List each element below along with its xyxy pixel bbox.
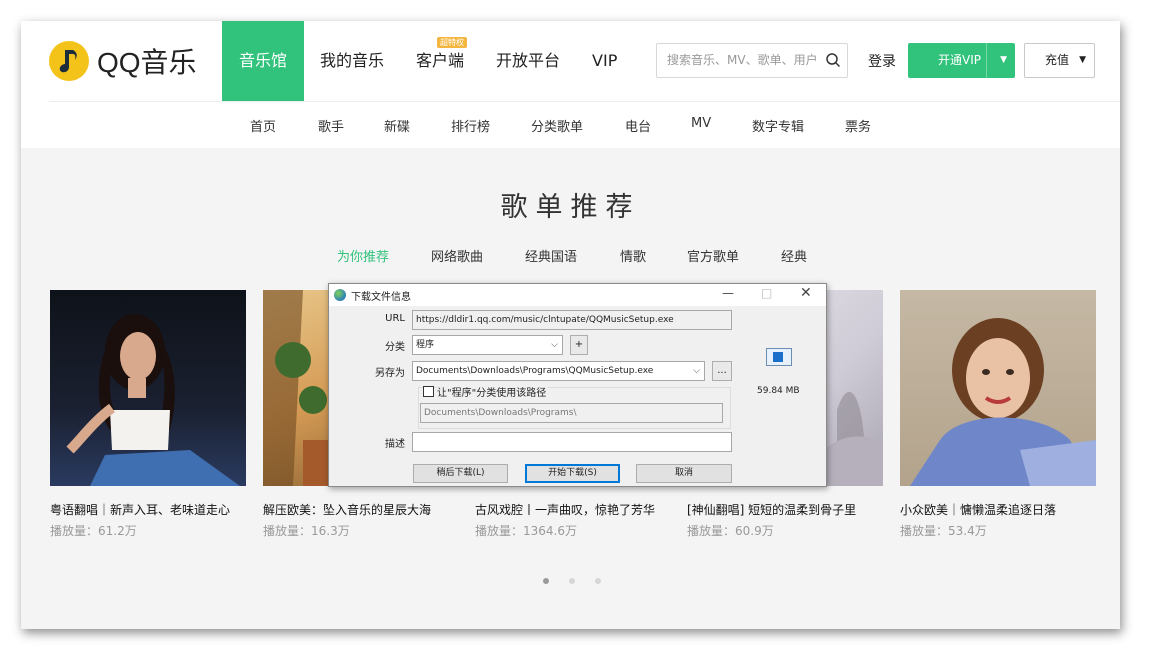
open-vip-button[interactable]: 开通VIP ▼ [908,43,1015,78]
add-category-button[interactable]: + [570,335,588,355]
carousel-dot-3[interactable] [595,578,601,584]
use-path-checkbox[interactable] [423,386,434,397]
category-label: 分类 [385,342,405,353]
play-count: 播放量：60.9万 [687,524,774,538]
subnav-new-albums[interactable]: 新碟 [384,116,410,135]
url-field[interactable]: https://dldir1.qq.com/music/clntupate/QQ… [412,310,732,330]
file-size: 59.84 MB [757,386,800,396]
open-vip-label: 开通VIP [938,53,981,67]
carousel-dot-1[interactable] [543,578,549,584]
tab-official-playlists[interactable]: 官方歌单 [687,246,739,265]
nav-open-platform[interactable]: 开放平台 [480,21,576,101]
nav-music-hall[interactable]: 音乐馆 [222,21,304,101]
search-input[interactable]: 搜索音乐、MV、歌单、用户 [656,43,848,78]
url-label: URL [385,313,405,324]
cancel-button[interactable]: 取消 [636,464,732,483]
vip-button-separator [986,43,987,78]
default-path-field: Documents\Downloads\Programs\ [420,403,723,423]
playlist-title[interactable]: 小众欧美｜慵懒温柔追逐日落 [900,501,1096,518]
subnav-home[interactable]: 首页 [250,116,276,135]
download-later-button[interactable]: 稍后下载(L) [413,464,508,483]
maximize-icon: □ [761,286,773,300]
tab-recommended[interactable]: 为你推荐 [337,246,389,265]
browse-button[interactable]: ... [712,361,732,381]
search-icon[interactable] [825,52,841,68]
login-link[interactable]: 登录 [868,51,896,71]
dialog-titlebar[interactable]: 下载文件信息 — □ ✕ [329,284,826,306]
description-input[interactable] [412,432,732,452]
save-as-path-field[interactable]: Documents\Downloads\Programs\QQMusicSetu… [412,361,705,381]
nav-my-music[interactable]: 我的音乐 [304,21,400,101]
caret-down-icon[interactable]: ▼ [1000,43,1007,78]
play-count: 播放量：1364.6万 [475,524,577,538]
playlist-title[interactable]: 古风戏腔丨一声曲叹，惊艳了芳华 [475,501,671,518]
nav-client[interactable]: 客户端 超特权 [400,21,480,101]
section-title: 歌单推荐 [500,192,641,223]
recharge-button[interactable]: 充值 ▼ [1024,43,1095,78]
caret-down-icon: ▼ [1079,55,1086,65]
playlist-cover-image[interactable] [50,290,246,486]
subnav-radio[interactable]: 电台 [625,116,651,135]
playlist-title[interactable]: 粤语翻唱｜新声入耳、老味道走心 [50,501,246,518]
use-path-checkbox-label[interactable]: 让"程序"分类使用该路径 [437,384,549,399]
nav-vip[interactable]: VIP [576,21,633,101]
tab-classic-mandarin[interactable]: 经典国语 [525,246,577,265]
tab-internet-songs[interactable]: 网络歌曲 [431,246,483,265]
qq-music-logo[interactable]: QQ音乐 [49,41,197,81]
top-header: QQ音乐 音乐馆 我的音乐 客户端 超特权 开放平台 VIP 搜索音乐、MV、歌… [21,21,1120,103]
file-type-icon [766,348,792,366]
playlist-title[interactable]: [神仙翻唱] 短短的温柔到骨子里 [687,501,883,518]
tab-classics[interactable]: 经典 [781,246,807,265]
minimize-icon[interactable]: — [722,286,734,300]
save-as-value: Documents\Downloads\Programs\QQMusicSetu… [416,366,654,376]
subnav-singers[interactable]: 歌手 [318,116,344,135]
close-icon[interactable]: ✕ [800,285,812,301]
sub-nav: 首页 歌手 新碟 排行榜 分类歌单 电台 MV 数字专辑 票务 [21,102,1120,148]
category-value: 程序 [416,340,435,350]
chevron-down-icon: ⌵ [551,340,558,350]
subnav-playlists[interactable]: 分类歌单 [531,116,583,135]
subnav-digital-albums[interactable]: 数字专辑 [752,116,804,135]
subnav-charts[interactable]: 排行榜 [451,116,490,135]
play-count: 播放量：53.4万 [900,524,987,538]
tab-love-songs[interactable]: 情歌 [620,246,646,265]
dialog-title: 下载文件信息 [351,292,411,303]
play-count: 播放量：61.2万 [50,524,137,538]
save-as-label: 另存为 [375,368,405,379]
nav-client-label: 客户端 [416,51,465,70]
download-manager-icon [334,289,346,301]
playlist-card[interactable]: 小众欧美｜慵懒温柔追逐日落 播放量：53.4万 [900,290,1096,539]
music-note-logo-icon [49,41,89,81]
start-download-button[interactable]: 开始下载(S) [525,464,620,483]
playlist-title[interactable]: 解压欧美：坠入音乐的星辰大海 [263,501,459,518]
browser-page: QQ音乐 音乐馆 我的音乐 客户端 超特权 开放平台 VIP 搜索音乐、MV、歌… [21,21,1120,629]
playlist-cover-image[interactable] [900,290,1096,486]
recharge-label: 充值 [1045,53,1070,67]
main-nav: 音乐馆 我的音乐 客户端 超特权 开放平台 VIP [222,21,633,101]
play-count: 播放量：16.3万 [263,524,350,538]
description-label: 描述 [385,439,405,450]
playlist-card[interactable]: 粤语翻唱｜新声入耳、老味道走心 播放量：61.2万 [50,290,246,539]
search-placeholder: 搜索音乐、MV、歌单、用户 [667,53,818,67]
subnav-tickets[interactable]: 票务 [845,116,871,135]
privilege-badge: 超特权 [437,37,468,48]
carousel-dot-2[interactable] [569,578,575,584]
download-file-info-dialog: 下载文件信息 — □ ✕ URL https://dldir1.qq.com/m… [328,283,827,487]
subnav-mv[interactable]: MV [691,116,711,131]
chevron-down-icon: ⌵ [693,366,700,376]
category-select[interactable]: 程序 ⌵ [412,335,563,355]
logo-text: QQ音乐 [97,47,197,78]
